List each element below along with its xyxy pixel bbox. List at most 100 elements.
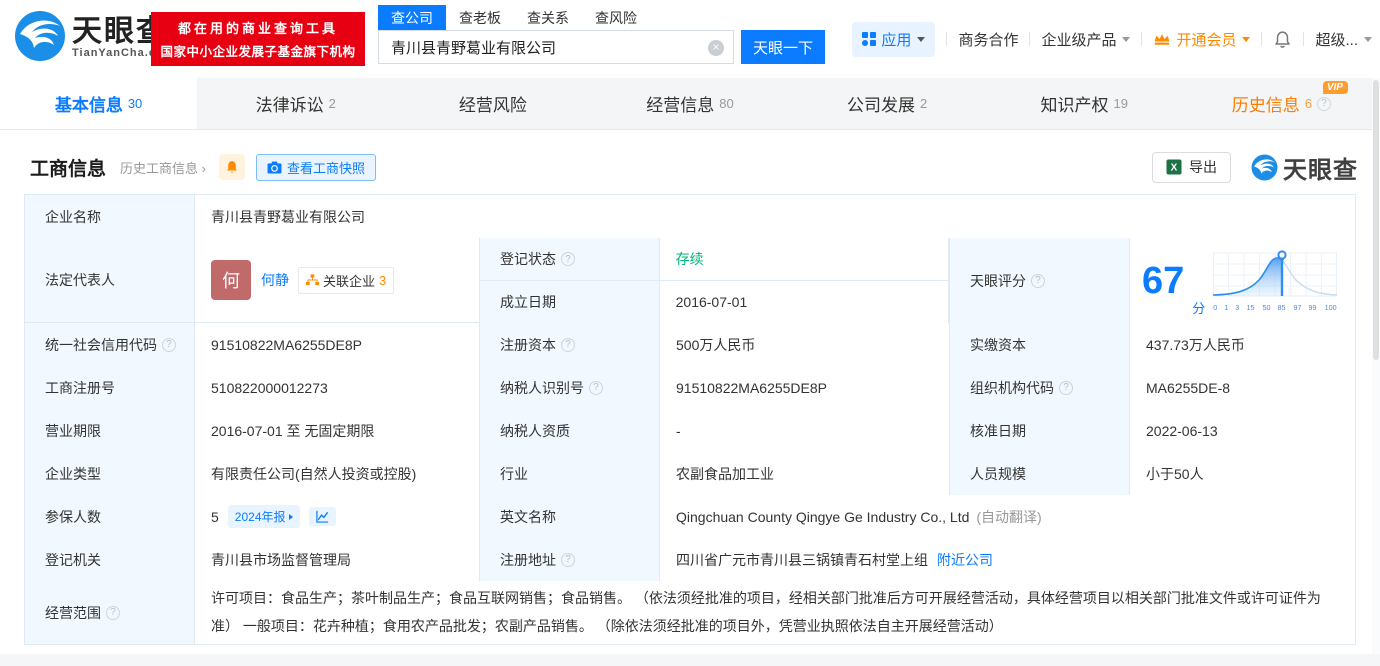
- history-business-info-link[interactable]: 历史工商信息: [120, 158, 206, 177]
- score-axis-tick: 85: [1277, 303, 1286, 312]
- tab-label: 基本信息: [54, 96, 123, 115]
- industry-label: 行业: [480, 452, 660, 495]
- help-icon[interactable]: [561, 337, 575, 352]
- business-info-table: 企业名称 青川县青野葛业有限公司 法定代表人 何 何静 关联企业 3 登记状态 …: [24, 194, 1356, 645]
- help-icon[interactable]: [106, 605, 120, 620]
- taxpayer-quality-value: -: [660, 409, 950, 452]
- approval-date-label: 核准日期: [950, 409, 1130, 452]
- tab-basic-info[interactable]: 基本信息 30: [0, 78, 198, 129]
- tab-count-badge: 19: [1113, 96, 1128, 111]
- table-row: 企业名称 青川县青野葛业有限公司: [25, 195, 1355, 238]
- nav-enterprise-products[interactable]: 企业级产品: [1041, 29, 1131, 50]
- reg-address-label: 注册地址: [480, 538, 660, 581]
- vip-badge: VIP: [1322, 81, 1348, 94]
- score-label: 天眼评分: [950, 238, 1130, 323]
- nav-user-account[interactable]: 超级...: [1315, 29, 1372, 50]
- camera-icon: [267, 160, 282, 174]
- search-tab-company[interactable]: 查公司: [378, 5, 446, 30]
- reg-status-value: 存续: [659, 238, 949, 280]
- score-axis-tick: 50: [1262, 303, 1271, 312]
- nav-open-vip[interactable]: 开通会员: [1153, 29, 1251, 50]
- score-cell: 67 分 0 1 3 15 50 85 97 99 100: [1130, 238, 1355, 323]
- help-icon[interactable]: [1031, 273, 1045, 288]
- company-name-label: 企业名称: [25, 195, 195, 238]
- tab-label: 历史信息: [1231, 96, 1300, 115]
- page-bottom-strip: [0, 654, 1380, 666]
- reg-number-value: 510822000012273: [195, 366, 480, 409]
- score-axis-tick: 100: [1324, 303, 1337, 312]
- table-row: 统一社会信用代码 91510822MA6255DE8P 注册资本 500万人民币…: [25, 323, 1355, 366]
- scrollbar[interactable]: [1372, 78, 1380, 654]
- clear-search-icon[interactable]: [708, 40, 724, 56]
- reg-capital-label: 注册资本: [480, 323, 660, 366]
- tianyancha-logo-icon: [14, 10, 66, 65]
- notification-bell-icon[interactable]: [1273, 30, 1292, 49]
- business-term-value: 2016-07-01 至 无固定期限: [195, 409, 480, 452]
- tab-business-info[interactable]: 经营信息 80: [591, 78, 788, 129]
- legal-rep-name-link[interactable]: 何静: [261, 270, 289, 290]
- org-code-label: 组织机构代码: [950, 366, 1130, 409]
- tab-label: 法律诉讼: [255, 96, 324, 115]
- score-axis: 0 1 3 15 50 85 97 99 100: [1213, 303, 1337, 312]
- search-area: 查公司查老板查关系查风险 天眼一下: [378, 5, 825, 64]
- related-companies-badge[interactable]: 关联企业 3: [298, 266, 395, 294]
- table-subrow: 登记状态 存续: [480, 238, 949, 281]
- tab-business-risk[interactable]: 经营风险: [394, 78, 591, 129]
- approval-date-value: 2022-06-13: [1130, 409, 1355, 452]
- staff-size-value: 小于50人: [1130, 452, 1355, 495]
- monitor-bell-button[interactable]: [218, 154, 245, 180]
- tab-count-badge: 2: [920, 96, 928, 111]
- help-icon[interactable]: [561, 252, 575, 266]
- company-type-value: 有限责任公司(自然人投资或控股): [195, 452, 480, 495]
- nav-cooperation[interactable]: 商务合作: [958, 29, 1018, 50]
- est-date-value: 2016-07-01: [659, 281, 949, 323]
- company-tab-bar: 基本信息 30 法律诉讼 2 经营风险 经营信息 80 公司发展 2 知识产权 19 历史信息 6 VIP: [0, 78, 1380, 130]
- org-chart-icon: [306, 274, 319, 286]
- company-type-label: 企业类型: [25, 452, 195, 495]
- search-button[interactable]: 天眼一下: [741, 30, 825, 64]
- org-code-value: MA6255DE-8: [1130, 366, 1355, 409]
- line-chart-icon: [315, 510, 328, 523]
- view-business-snapshot-button[interactable]: 查看工商快照: [255, 153, 376, 181]
- section-header: 工商信息 历史工商信息 查看工商快照: [30, 151, 1358, 184]
- chevron-down-icon: [1122, 36, 1131, 42]
- business-term-label: 营业期限: [25, 409, 195, 452]
- business-scope-value: 许可项目：食品生产；茶叶制品生产；食品互联网销售；食品销售。 （依法须经批准的项…: [195, 581, 1355, 644]
- reg-address-cell: 四川省广元市青川县三锅镇青石村堂上组 附近公司: [660, 538, 1355, 581]
- tab-legal-litigation[interactable]: 法律诉讼 2: [197, 78, 394, 129]
- help-icon[interactable]: [1317, 96, 1332, 111]
- nav-apps[interactable]: 应用: [852, 21, 936, 57]
- annual-report-link[interactable]: 2024年报: [227, 505, 300, 528]
- search-tab-risk[interactable]: 查风险: [582, 5, 650, 30]
- arrow-right-icon: [288, 513, 293, 520]
- reg-authority-value: 青川县市场监督管理局: [195, 538, 480, 581]
- score-distribution-chart[interactable]: 0 1 3 15 50 85 97 99 100: [1213, 249, 1338, 312]
- score-axis-tick: 97: [1293, 303, 1302, 312]
- export-button[interactable]: X 导出: [1152, 151, 1231, 183]
- tab-count-badge: 30: [127, 96, 143, 111]
- reg-address-value: 四川省广元市青川县三锅镇青石村堂上组: [676, 551, 928, 568]
- tab-history-info[interactable]: 历史信息 6 VIP: [1183, 78, 1380, 129]
- help-icon[interactable]: [589, 380, 603, 395]
- reg-number-label: 工商注册号: [25, 366, 195, 409]
- legal-rep-avatar[interactable]: 何: [211, 260, 251, 300]
- score-axis-tick: 1: [1224, 303, 1229, 312]
- credit-code-value: 91510822MA6255DE8P: [195, 323, 480, 366]
- help-icon[interactable]: [162, 337, 176, 352]
- tab-company-development[interactable]: 公司发展 2: [789, 78, 986, 129]
- english-name-cell: Qingchuan County Qingye Ge Industry Co.,…: [660, 495, 1355, 538]
- search-tab-relation[interactable]: 查关系: [514, 5, 582, 30]
- help-icon[interactable]: [561, 552, 575, 567]
- search-input[interactable]: [379, 31, 733, 63]
- tab-intellectual-property[interactable]: 知识产权 19: [986, 78, 1183, 129]
- score-unit: 分: [1192, 301, 1206, 316]
- trend-chart-button[interactable]: [308, 507, 336, 526]
- slogan-line2: 国家中小企业发展子基金旗下机构: [160, 45, 356, 59]
- help-icon[interactable]: [1059, 380, 1073, 395]
- scrollbar-thumb[interactable]: [1373, 80, 1379, 360]
- staff-size-label: 人员规模: [950, 452, 1130, 495]
- search-tab-boss[interactable]: 查老板: [446, 5, 514, 30]
- tab-count-badge: 2: [328, 96, 336, 111]
- nearby-companies-link[interactable]: 附近公司: [937, 550, 993, 570]
- english-name-value: Qingchuan County Qingye Ge Industry Co.,…: [676, 508, 970, 525]
